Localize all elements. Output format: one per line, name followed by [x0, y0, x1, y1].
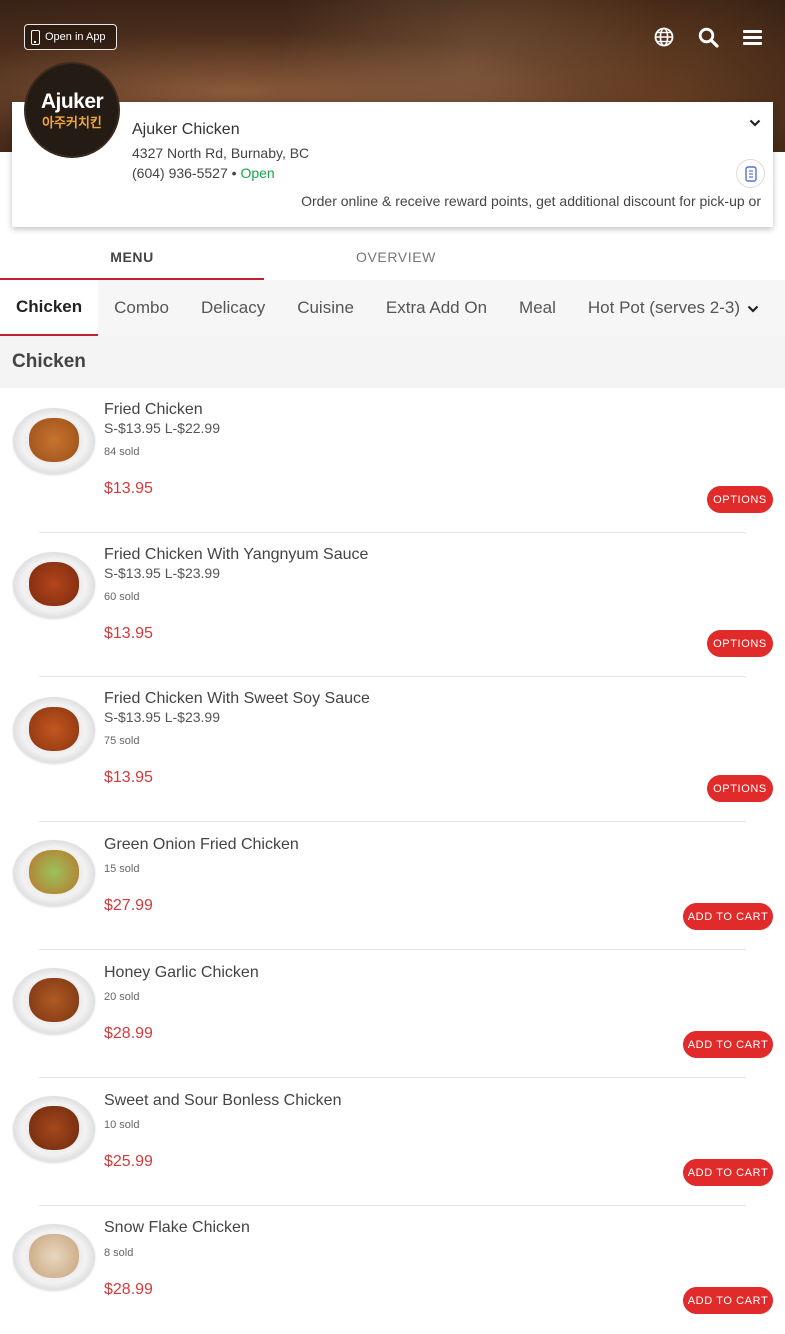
add-to-cart-button[interactable]: ADD TO CART — [683, 1287, 773, 1314]
item-price: $13.95 — [104, 480, 153, 497]
add-to-cart-button[interactable]: ADD TO CART — [683, 1031, 773, 1058]
category-chicken[interactable]: Chicken — [0, 280, 99, 336]
store-info-card: Ajuker Chicken 4327 North Rd, Burnaby, B… — [12, 102, 773, 227]
food-thumbnail[interactable] — [13, 1096, 95, 1162]
item-description: S-$13.95 L-$23.99 — [104, 709, 220, 725]
section-title: Chicken — [0, 336, 785, 388]
food-thumbnail[interactable] — [13, 552, 95, 618]
item-name: Green Onion Fried Chicken — [104, 836, 299, 853]
item-sold-count: 15 sold — [104, 863, 140, 875]
open-in-app-button[interactable]: Open in App — [24, 24, 117, 50]
item-price: $28.99 — [104, 1281, 153, 1298]
item-sold-count: 75 sold — [104, 735, 140, 747]
item-description: S-$13.95 L-$23.99 — [104, 565, 220, 581]
list-item[interactable]: Green Onion Fried Chicken 15 sold $27.99… — [0, 822, 785, 950]
store-phone[interactable]: (604) 936-5527 — [132, 165, 228, 181]
item-price: $28.99 — [104, 1025, 153, 1042]
logo-text: Ajuker — [40, 89, 104, 113]
item-description: S-$13.95 L-$22.99 — [104, 420, 220, 436]
add-to-cart-button[interactable]: ADD TO CART — [683, 903, 773, 930]
food-thumbnail[interactable] — [13, 840, 95, 906]
menu-icon[interactable] — [741, 24, 763, 50]
category-meal[interactable]: Meal — [503, 280, 572, 336]
item-name: Fried Chicken With Yangnyum Sauce — [104, 546, 369, 563]
item-sold-count: 10 sold — [104, 1119, 140, 1131]
list-item[interactable]: Fried Chicken With Yangnyum Sauce S-$13.… — [0, 532, 785, 677]
item-price: $13.95 — [104, 769, 153, 786]
category-cuisine[interactable]: Cuisine — [281, 280, 370, 336]
store-address: 4327 North Rd, Burnaby, BC — [132, 145, 310, 161]
menu-item-list: Fried Chicken S-$13.95 L-$22.99 84 sold … — [0, 388, 785, 1334]
item-name: Honey Garlic Chicken — [104, 964, 259, 981]
list-item[interactable]: Snow Flake Chicken 8 sold $28.99 ADD TO … — [0, 1206, 785, 1334]
item-name: Sweet and Sour Bonless Chicken — [104, 1092, 342, 1109]
header-actions — [653, 24, 763, 50]
category-hot-pot[interactable]: Hot Pot (serves 2-3) — [572, 280, 756, 336]
logo-subtext: 아주커치킨 — [42, 114, 102, 130]
item-sold-count: 60 sold — [104, 591, 140, 603]
search-icon[interactable] — [697, 24, 719, 50]
store-logo: Ajuker 아주커치킨 — [24, 62, 120, 158]
chevron-down-icon[interactable] — [749, 116, 761, 128]
separator-dot: • — [231, 165, 237, 181]
category-delicacy[interactable]: Delicacy — [185, 280, 281, 336]
globe-icon[interactable] — [653, 24, 675, 50]
food-thumbnail[interactable] — [13, 408, 95, 474]
list-item[interactable]: Fried Chicken With Sweet Soy Sauce S-$13… — [0, 677, 785, 822]
category-extra-add-on[interactable]: Extra Add On — [370, 280, 503, 336]
tab-menu[interactable]: MENU — [0, 233, 264, 280]
food-thumbnail[interactable] — [13, 968, 95, 1034]
phone-icon — [31, 29, 40, 45]
add-to-cart-button[interactable]: ADD TO CART — [683, 1159, 773, 1186]
store-status: Open — [240, 165, 275, 181]
food-thumbnail[interactable] — [13, 1224, 95, 1290]
category-combo[interactable]: Combo — [98, 280, 185, 336]
list-item[interactable]: Fried Chicken S-$13.95 L-$22.99 84 sold … — [0, 388, 785, 533]
store-promo: Order online & receive reward points, ge… — [301, 193, 761, 209]
item-name: Fried Chicken — [104, 401, 203, 418]
wallet-icon[interactable] — [736, 159, 765, 188]
options-button[interactable]: OPTIONS — [707, 486, 773, 513]
options-button[interactable]: OPTIONS — [707, 775, 773, 802]
open-in-app-label: Open in App — [45, 31, 106, 43]
options-button[interactable]: OPTIONS — [707, 630, 773, 657]
category-bar: Chicken Combo Delicacy Cuisine Extra Add… — [0, 280, 785, 336]
store-name: Ajuker Chicken — [132, 121, 240, 138]
tab-overview[interactable]: OVERVIEW — [264, 233, 528, 280]
food-thumbnail[interactable] — [13, 697, 95, 763]
item-price: $27.99 — [104, 897, 153, 914]
list-item[interactable]: Sweet and Sour Bonless Chicken 10 sold $… — [0, 1078, 785, 1206]
list-item[interactable]: Honey Garlic Chicken 20 sold $28.99 ADD … — [0, 950, 785, 1078]
item-sold-count: 8 sold — [104, 1247, 134, 1259]
main-tabs: MENU OVERVIEW — [0, 233, 785, 280]
item-name: Snow Flake Chicken — [104, 1219, 250, 1236]
store-phone-line: (604) 936-5527 • Open — [132, 165, 275, 181]
chevron-down-icon[interactable] — [747, 302, 759, 314]
item-price: $25.99 — [104, 1153, 153, 1170]
item-sold-count: 84 sold — [104, 446, 140, 458]
item-name: Fried Chicken With Sweet Soy Sauce — [104, 690, 370, 707]
item-sold-count: 20 sold — [104, 991, 140, 1003]
item-price: $13.95 — [104, 625, 153, 642]
